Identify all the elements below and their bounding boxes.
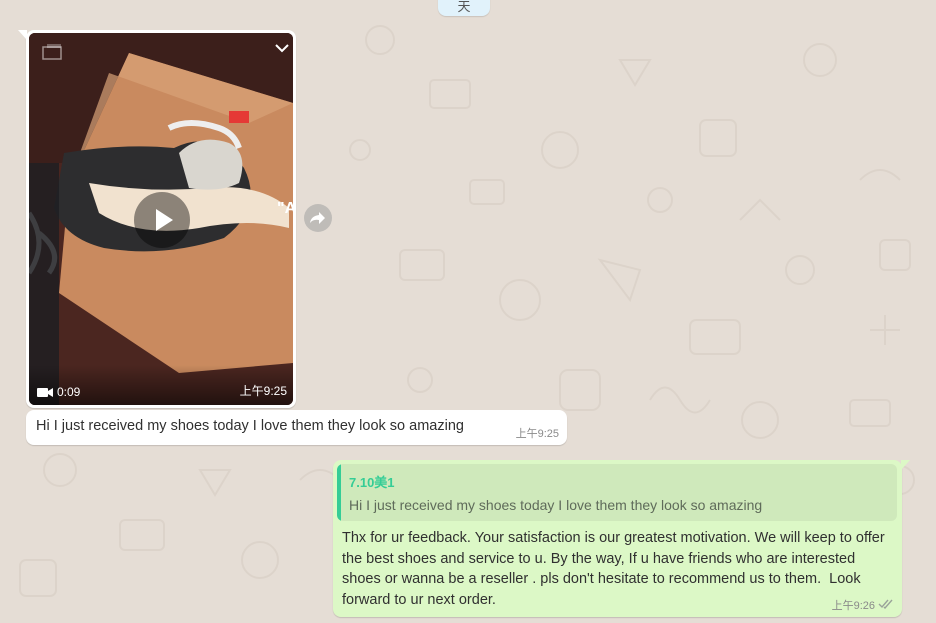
media-icon: [41, 43, 65, 61]
message-meta: 上午9:26: [832, 597, 894, 613]
quoted-author: 7.10美1: [349, 475, 395, 490]
quoted-text: Hi I just received my shoes today I love…: [349, 497, 763, 513]
video-thumbnail[interactable]: "A 0:09 上午9:25: [29, 33, 293, 405]
date-chip: 天: [438, 0, 490, 16]
message-timestamp: 上午9:26: [831, 600, 875, 612]
double-check-icon: [878, 598, 894, 612]
quote-accent-bar: [337, 464, 341, 521]
video-duration-text: 0:09: [57, 385, 81, 399]
incoming-video-message[interactable]: "A 0:09 上午9:25: [18, 30, 296, 408]
quoted-message[interactable]: 7.10美1 Hi I just received my shoes today…: [337, 464, 897, 521]
incoming-text-message[interactable]: Hi I just received my shoes today I love…: [26, 410, 567, 445]
video-camera-icon: [37, 387, 53, 398]
outgoing-reply-message[interactable]: 7.10美1 Hi I just received my shoes today…: [333, 460, 910, 617]
chevron-down-icon[interactable]: [273, 41, 291, 55]
forward-icon[interactable]: [304, 204, 332, 232]
svg-text:"A: "A: [277, 200, 293, 217]
video-duration: 0:09: [37, 385, 80, 399]
play-icon[interactable]: [134, 192, 190, 248]
message-text: Thx for ur feedback. Your satisfaction i…: [342, 530, 889, 608]
video-timestamp: 上午9:25: [239, 384, 287, 398]
message-timestamp: 上午9:25: [515, 428, 559, 440]
message-text: Hi I just received my shoes today I love…: [36, 418, 464, 434]
